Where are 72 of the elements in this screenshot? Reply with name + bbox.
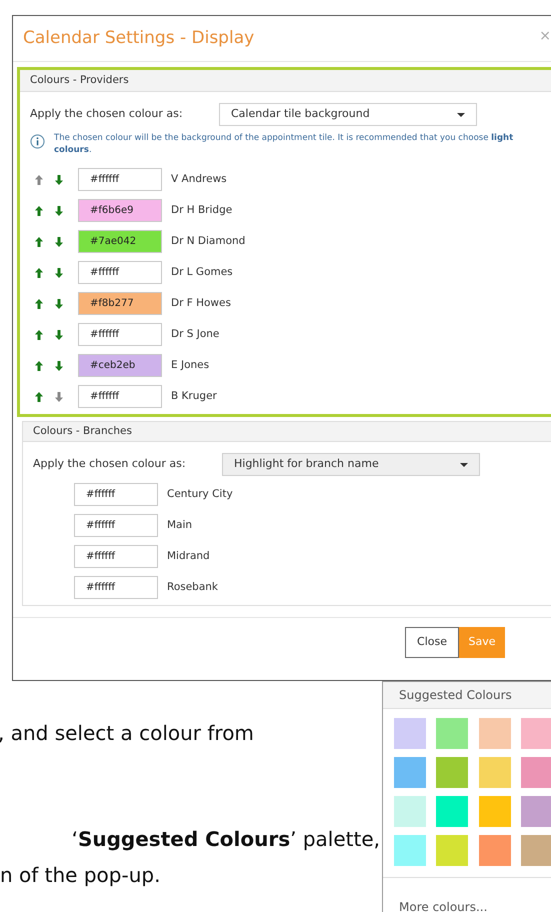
colour-swatch[interactable] <box>394 718 426 749</box>
up-arrow-icon[interactable] <box>34 204 44 216</box>
panel-header: Colours - Branches <box>23 422 551 442</box>
colour-input-field[interactable]: #ffffff <box>78 261 162 284</box>
colour-swatch[interactable] <box>478 835 510 866</box>
document-text: n of the pop-up. <box>0 862 162 889</box>
panel-header: Colours - Providers <box>20 70 551 92</box>
colour-input-field[interactable]: #f8b277 <box>78 292 162 315</box>
provider-name: Dr S Jone <box>171 326 220 342</box>
colour-swatch[interactable] <box>436 757 468 788</box>
apply-label: Apply the chosen colour as: <box>30 106 184 122</box>
colour-input-field[interactable]: #ffffff <box>74 483 158 506</box>
caret-icon <box>460 462 468 466</box>
colour-mode-dropdown[interactable]: Calendar tile background <box>219 103 477 126</box>
info-icon <box>30 134 45 149</box>
up-arrow-icon[interactable] <box>34 390 44 402</box>
colour-input-field[interactable]: #ceb2eb <box>78 354 162 377</box>
provider-name: V Andrews <box>171 172 227 187</box>
down-arrow-icon[interactable] <box>54 174 64 186</box>
up-arrow-icon[interactable] <box>34 174 44 186</box>
provider-name: B Kruger <box>171 388 217 404</box>
branch-name: Century City <box>167 486 233 502</box>
popup-title: Suggested Colours <box>383 682 551 709</box>
colour-swatch[interactable] <box>436 718 468 749</box>
colour-swatch[interactable] <box>394 835 426 866</box>
colour-input-field[interactable]: #ffffff <box>78 168 162 191</box>
colour-swatch[interactable] <box>520 796 551 827</box>
colour-swatch[interactable] <box>436 796 468 827</box>
colour-swatch[interactable] <box>520 757 551 788</box>
down-arrow-icon[interactable] <box>54 390 64 402</box>
colour-swatch[interactable] <box>520 835 551 866</box>
branch-name: Main <box>167 518 192 533</box>
branch-name: Midrand <box>167 548 210 564</box>
colour-swatch[interactable] <box>436 835 468 866</box>
down-arrow-icon[interactable] <box>54 360 64 372</box>
caret-icon <box>457 112 465 116</box>
down-arrow-icon[interactable] <box>54 298 64 310</box>
up-arrow-icon[interactable] <box>34 328 44 340</box>
provider-name: Dr F Howes <box>171 296 231 311</box>
provider-name: Dr N Diamond <box>171 234 246 249</box>
colour-input-field[interactable]: #f6b6e9 <box>78 199 162 222</box>
colour-swatch[interactable] <box>394 796 426 827</box>
colour-swatch[interactable] <box>394 757 426 788</box>
colour-input-field[interactable]: #7ae042 <box>78 230 162 253</box>
apply-label: Apply the chosen colour as: <box>33 456 187 472</box>
up-arrow-icon[interactable] <box>34 236 44 248</box>
colour-swatch[interactable] <box>478 796 510 827</box>
colour-input-field[interactable]: #ffffff <box>74 514 158 537</box>
document-text: ‘Suggested Colours’ palette, <box>70 826 380 853</box>
up-arrow-icon[interactable] <box>34 360 44 372</box>
down-arrow-icon[interactable] <box>54 328 64 340</box>
colour-mode-dropdown[interactable]: Highlight for branch name <box>222 453 480 476</box>
provider-name: Dr H Bridge <box>171 202 232 218</box>
colour-input-field[interactable]: #ffffff <box>78 385 162 408</box>
provider-name: E Jones <box>171 358 210 373</box>
info-text: The chosen colour will be the background of the appointment tile. It is recommended that you choose light colours. <box>54 132 514 156</box>
down-arrow-icon[interactable] <box>54 236 64 248</box>
down-arrow-icon[interactable] <box>54 266 64 278</box>
colour-input-field[interactable]: #ffffff <box>74 576 158 599</box>
colour-swatch[interactable] <box>478 718 510 749</box>
colour-input-field[interactable]: #ffffff <box>78 323 162 346</box>
branch-name: Rosebank <box>167 580 218 595</box>
up-arrow-icon[interactable] <box>34 266 44 278</box>
provider-name: Dr L Gomes <box>171 264 233 280</box>
more-colours-link[interactable]: More colours... <box>399 900 488 912</box>
colour-swatch[interactable] <box>520 718 551 749</box>
down-arrow-icon[interactable] <box>54 204 64 216</box>
colour-swatch[interactable] <box>478 757 510 788</box>
colour-input-field[interactable]: #ffffff <box>74 545 158 568</box>
close-button[interactable]: Close <box>405 627 459 658</box>
dialog-title: Calendar Settings - Display <box>23 26 254 50</box>
up-arrow-icon[interactable] <box>34 298 44 310</box>
